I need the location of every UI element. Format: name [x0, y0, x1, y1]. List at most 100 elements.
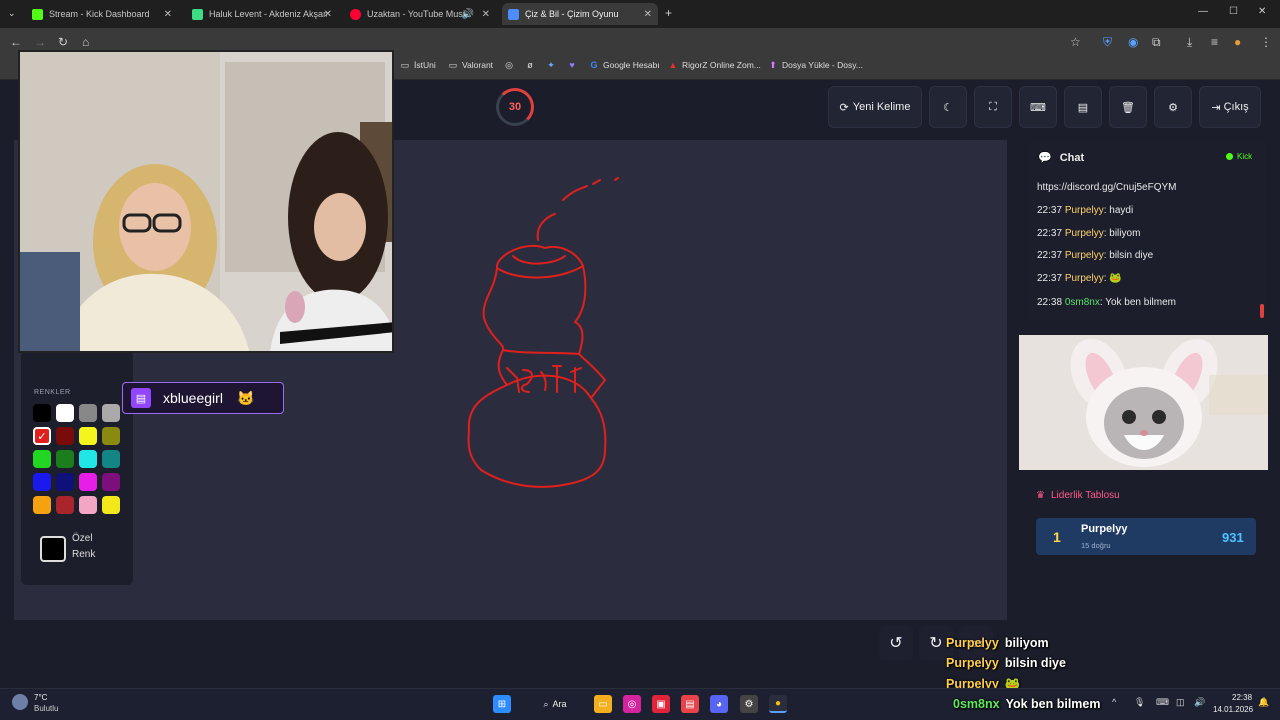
download-icon[interactable]: ⤓: [1187, 35, 1192, 50]
forward-icon[interactable]: →: [34, 35, 46, 49]
drawing-canvas[interactable]: [395, 140, 1007, 620]
microphone-icon[interactable]: 🎙: [1134, 697, 1145, 708]
app-icon[interactable]: ▣: [652, 695, 670, 713]
cat-picture: [1019, 335, 1268, 470]
tab-haluk-levent[interactable]: Haluk Levent - Akdeniz Akşamları ✕: [186, 3, 338, 25]
color-swatch[interactable]: [79, 496, 97, 514]
color-swatch[interactable]: [56, 496, 74, 514]
clock-date[interactable]: 14.01.2026: [1213, 705, 1253, 714]
window-close-icon[interactable]: ✕: [1258, 6, 1266, 17]
color-swatch[interactable]: [33, 496, 51, 514]
color-swatch[interactable]: [79, 427, 97, 445]
trash-icon: 🗑: [1121, 101, 1135, 114]
menu-icon[interactable]: ⋮: [1260, 35, 1272, 49]
tab-ciz-bil[interactable]: Çiz & Bil - Çizim Oyunu ✕: [502, 3, 658, 25]
clear-button[interactable]: 🗑: [1109, 86, 1147, 128]
settings-button[interactable]: ⚙: [1154, 86, 1192, 128]
gear-icon: ⚙: [1168, 101, 1178, 114]
close-icon[interactable]: ✕: [164, 9, 172, 20]
minimize-icon[interactable]: —: [1198, 6, 1208, 17]
stream-overlay-message: Purpelyy bilsin diye: [946, 656, 1066, 670]
close-icon[interactable]: ✕: [644, 9, 652, 20]
chat-link[interactable]: https://discord.gg/Cnuj5eFQYM: [1037, 182, 1177, 193]
color-swatch[interactable]: [102, 404, 120, 422]
network-icon[interactable]: ◫: [1176, 697, 1185, 708]
steam-icon[interactable]: ⚙: [740, 695, 758, 713]
file-explorer-icon[interactable]: ▭: [594, 695, 612, 713]
home-icon[interactable]: ⌂: [82, 35, 89, 49]
color-swatch[interactable]: [102, 473, 120, 491]
color-swatch[interactable]: [79, 404, 97, 422]
clock-time[interactable]: 22:38: [1232, 693, 1252, 702]
bookmark-valorant[interactable]: ▭ Valorant: [448, 60, 493, 71]
color-swatch[interactable]: [102, 427, 120, 445]
tab-youtube-music[interactable]: Uzaktan - YouTube Music 🔊 ✕: [344, 3, 496, 25]
notification-icon[interactable]: 🔔: [1258, 697, 1269, 708]
keyboard-button[interactable]: ⌨: [1019, 86, 1057, 128]
sparkle-icon: ✦: [547, 59, 555, 70]
weather-description[interactable]: Bulutlu: [34, 704, 58, 713]
reload-icon[interactable]: ↻: [58, 35, 68, 49]
color-swatch[interactable]: [33, 473, 51, 491]
extension-icon[interactable]: ◉: [1128, 35, 1138, 49]
color-swatch[interactable]: [33, 450, 51, 468]
color-swatch[interactable]: [56, 404, 74, 422]
fullscreen-button[interactable]: ⛶: [974, 86, 1012, 128]
start-icon[interactable]: ⊞: [493, 695, 511, 713]
new-word-button[interactable]: ⟳ Yeni Kelime: [828, 86, 922, 128]
discord-icon[interactable]: ◕: [710, 695, 728, 713]
bookmark-icon-4[interactable]: ♥: [567, 60, 581, 70]
link-icon: ø: [527, 60, 533, 70]
volume-icon[interactable]: 🔊: [1194, 697, 1205, 708]
playlist-icon[interactable]: ≡: [1211, 35, 1218, 49]
youtube-music-icon: [350, 8, 361, 20]
bookmark-rigorz[interactable]: ▲ RigorZ Online Zom...: [668, 60, 761, 70]
color-swatch[interactable]: [102, 496, 120, 514]
color-swatch[interactable]: [79, 473, 97, 491]
exit-button[interactable]: ⇥ Çıkış: [1199, 86, 1261, 128]
custom-color-button[interactable]: [40, 536, 66, 562]
chrome-icon[interactable]: ●: [769, 695, 787, 713]
speaker-icon[interactable]: 🔊: [462, 9, 474, 20]
chat-scrollbar[interactable]: [1260, 304, 1264, 318]
maximize-icon[interactable]: ☐: [1229, 6, 1238, 17]
drawing-strokes: [467, 177, 619, 488]
custom-color-label: Özel: [72, 533, 93, 544]
back-icon[interactable]: ←: [10, 35, 22, 49]
bookmark-google[interactable]: G Google Hesabı: [589, 60, 659, 70]
weather-temperature[interactable]: 7°C: [34, 693, 47, 702]
bookmark-icon-2[interactable]: ø: [525, 60, 539, 70]
dark-mode-button[interactable]: ☾: [929, 86, 967, 128]
color-swatch[interactable]: [56, 427, 74, 445]
bookmark-star-icon[interactable]: ☆: [1070, 35, 1081, 49]
weather-icon[interactable]: [12, 694, 28, 710]
music-icon: [192, 8, 203, 20]
color-swatch[interactable]: [102, 450, 120, 468]
close-icon[interactable]: ✕: [324, 9, 332, 20]
tab-list-icon[interactable]: ⌄: [8, 8, 16, 19]
bookmark-dosya[interactable]: ⬆ Dosya Yükle - Dosy...: [768, 59, 863, 71]
bookmark-icon-3[interactable]: ✦: [546, 60, 560, 70]
bookmark-istuni[interactable]: ▭ İstUni: [400, 60, 436, 71]
close-icon[interactable]: ✕: [482, 9, 490, 20]
keyboard-tray-icon[interactable]: ⌨: [1156, 697, 1169, 708]
undo-button[interactable]: ↺: [879, 626, 913, 660]
taskbar-search[interactable]: ⌕ Ara: [530, 694, 580, 714]
instagram-icon[interactable]: ◎: [623, 695, 641, 713]
shield-icon[interactable]: ⛨: [1103, 35, 1112, 50]
color-swatch[interactable]: [56, 473, 74, 491]
color-swatch[interactable]: [79, 450, 97, 468]
bookmark-icon-1[interactable]: ◎: [504, 60, 518, 70]
new-tab-icon[interactable]: +: [665, 6, 672, 20]
color-swatch[interactable]: [33, 404, 51, 422]
pdf-icon[interactable]: ▤: [681, 695, 699, 713]
color-swatch[interactable]: ✓: [33, 427, 51, 445]
puzzle-icon[interactable]: ⧉: [1152, 35, 1161, 50]
tray-chevron-icon[interactable]: ^: [1112, 697, 1116, 707]
archive-button[interactable]: ▤: [1064, 86, 1102, 128]
avatar[interactable]: ●: [1234, 35, 1241, 49]
color-swatch[interactable]: [56, 450, 74, 468]
webcam-image: [20, 52, 392, 351]
upload-icon: ⬆: [769, 59, 777, 70]
tab-kick-dashboard[interactable]: Stream - Kick Dashboard ✕: [26, 3, 178, 25]
